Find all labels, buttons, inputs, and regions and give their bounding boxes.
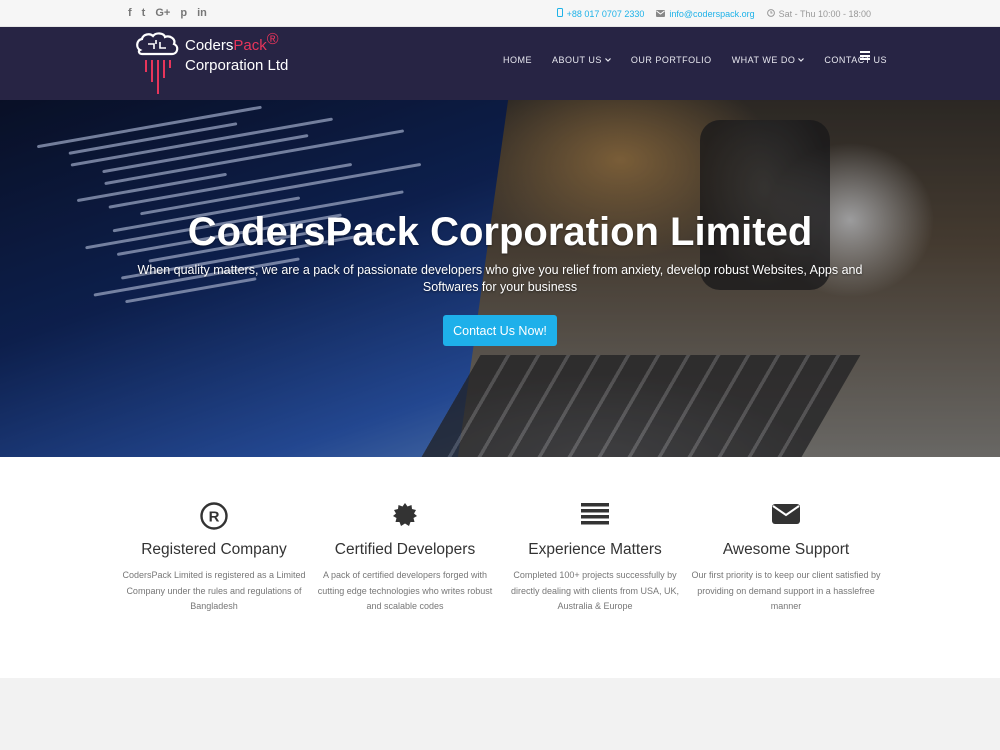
hero-section: CodersPack Corporation Limited When qual… — [0, 100, 1000, 457]
social-links: f t G+ p in — [128, 7, 207, 20]
facebook-icon[interactable]: f — [128, 7, 132, 20]
nav-label: HOME — [503, 55, 532, 65]
pinterest-icon[interactable]: p — [180, 7, 187, 20]
clock-icon — [766, 8, 775, 20]
hours-item: Sat - Thu 10:00 - 18:00 — [766, 8, 871, 20]
nav-label: OUR PORTFOLIO — [630, 55, 712, 65]
list-icon — [500, 501, 690, 527]
top-bar: f t G+ p in +88 017 0707 2330 info@coder… — [0, 0, 1000, 27]
hero-title: CodersPack Corporation Limited — [187, 210, 813, 254]
email-item[interactable]: info@coderspack.org — [656, 8, 755, 20]
phone-number[interactable]: +88 017 0707 2330 — [567, 8, 645, 20]
nav-label: CONTACT US — [824, 55, 888, 65]
brand-name-line2: Corporation Ltd — [185, 57, 289, 74]
phone-item[interactable]: +88 017 0707 2330 — [556, 8, 645, 20]
nav-item-what-we-do[interactable]: WHAT WE DO — [732, 55, 805, 65]
brand-logo[interactable]: CodersPack® Corporation Ltd — [134, 31, 314, 96]
certificate-icon — [310, 501, 500, 529]
linkedin-icon[interactable]: in — [197, 7, 207, 20]
features-section: R Registered Company CodersPack Limited … — [0, 457, 1000, 678]
brand-name-part2: Pack — [233, 37, 267, 54]
nav-item-contact-us[interactable]: CONTACT US — [824, 55, 887, 65]
feature-title: Experience Matters — [528, 541, 662, 558]
feature-description: A pack of certified developers forged wi… — [317, 570, 493, 611]
feature-description: Our first priority is to keep our client… — [691, 570, 881, 611]
nav-item-home[interactable]: HOME — [503, 55, 532, 65]
feature-title: Awesome Support — [722, 541, 850, 558]
hamburger-menu-icon[interactable] — [860, 51, 870, 60]
phone-icon — [556, 8, 563, 20]
brand-name-part1: Coders — [185, 37, 234, 54]
nav-label: ABOUT US — [552, 55, 602, 65]
brand-name: CodersPack® Corporation Ltd — [185, 31, 289, 76]
nav-item-about-us[interactable]: ABOUT US — [552, 55, 611, 65]
primary-nav: HOME ABOUT US OUR PORTFOLIO WHAT WE DO C… — [503, 55, 907, 65]
google-plus-icon[interactable]: G+ — [155, 7, 170, 20]
nav-item-our-portfolio[interactable]: OUR PORTFOLIO — [631, 55, 712, 65]
chevron-down-icon — [798, 57, 805, 64]
chevron-down-icon — [604, 57, 611, 64]
envelope-small-icon — [656, 8, 666, 20]
main-navbar: CodersPack® Corporation Ltd HOME ABOUT U… — [0, 27, 1000, 100]
registered-mark: ® — [266, 31, 279, 48]
envelope-icon — [691, 501, 881, 527]
feature-title: Registered Company — [141, 541, 287, 558]
svg-text:R: R — [209, 509, 220, 526]
contact-info: +88 017 0707 2330 info@coderspack.org Sa… — [556, 8, 871, 20]
feature-description: CodersPack Limited is registered as a Li… — [122, 570, 306, 611]
nav-label: WHAT WE DO — [731, 55, 796, 65]
footer-band — [0, 678, 1000, 750]
business-hours: Sat - Thu 10:00 - 18:00 — [778, 9, 871, 19]
contact-us-button[interactable]: Contact Us Now! — [443, 315, 557, 346]
registered-icon: R — [119, 501, 309, 531]
feature-title: Certified Developers — [334, 541, 476, 558]
brain-logo-icon — [136, 32, 179, 94]
twitter-icon[interactable]: t — [142, 7, 146, 20]
hero-subtitle: When quality matters, we are a pack of p… — [137, 263, 863, 294]
feature-description: Completed 100+ projects successfully by … — [510, 570, 680, 611]
email-link[interactable]: info@coderspack.org — [669, 8, 754, 20]
